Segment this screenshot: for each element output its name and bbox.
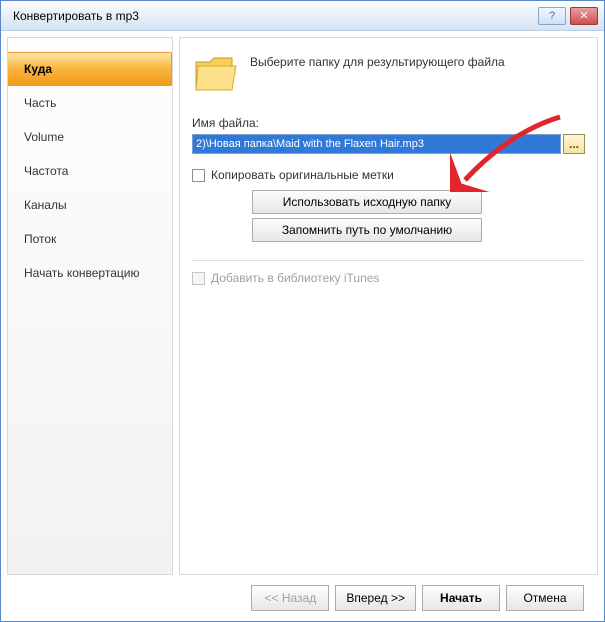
window-title: Конвертировать в mp3 bbox=[7, 9, 538, 23]
sidebar-item-label: Часть bbox=[24, 96, 56, 110]
help-button[interactable]: ? bbox=[538, 7, 566, 25]
sidebar: Куда Часть Volume Частота Каналы Поток Н… bbox=[7, 37, 173, 575]
sidebar-item-start-conversion[interactable]: Начать конвертацию bbox=[8, 256, 172, 290]
dialog-window: Конвертировать в mp3 ? ✕ Куда Часть Volu… bbox=[0, 0, 605, 622]
filename-label: Имя файла: bbox=[192, 116, 585, 130]
panel-header: Выберите папку для результирующего файла bbox=[192, 52, 585, 96]
sidebar-item-frequency[interactable]: Частота bbox=[8, 154, 172, 188]
sidebar-item-label: Частота bbox=[24, 164, 68, 178]
footer: << Назад Вперед >> Начать Отмена bbox=[1, 575, 604, 621]
sidebar-item-label: Поток bbox=[24, 232, 56, 246]
sidebar-item-channels[interactable]: Каналы bbox=[8, 188, 172, 222]
sidebar-item-volume[interactable]: Volume bbox=[8, 120, 172, 154]
sidebar-item-destination[interactable]: Куда bbox=[8, 52, 172, 86]
start-button[interactable]: Начать bbox=[422, 585, 500, 611]
sidebar-item-part[interactable]: Часть bbox=[8, 86, 172, 120]
sidebar-item-label: Начать конвертацию bbox=[24, 266, 139, 280]
close-icon: ✕ bbox=[579, 9, 588, 22]
copy-tags-checkbox[interactable] bbox=[192, 169, 205, 182]
add-itunes-row: Добавить в библиотеку iTunes bbox=[192, 271, 585, 285]
sidebar-item-label: Volume bbox=[24, 130, 64, 144]
cancel-button[interactable]: Отмена bbox=[506, 585, 584, 611]
sidebar-item-label: Каналы bbox=[24, 198, 67, 212]
help-icon: ? bbox=[549, 10, 555, 22]
folder-icon bbox=[192, 52, 240, 96]
panel-header-text: Выберите папку для результирующего файла bbox=[250, 52, 585, 71]
filename-row: ... bbox=[192, 134, 585, 154]
remember-path-button[interactable]: Запомнить путь по умолчанию bbox=[252, 218, 482, 242]
filename-input[interactable] bbox=[192, 134, 561, 154]
sidebar-item-stream[interactable]: Поток bbox=[8, 222, 172, 256]
titlebar: Конвертировать в mp3 ? ✕ bbox=[1, 1, 604, 31]
content-area: Куда Часть Volume Частота Каналы Поток Н… bbox=[1, 31, 604, 575]
browse-label: ... bbox=[569, 137, 579, 151]
add-itunes-label: Добавить в библиотеку iTunes bbox=[211, 271, 379, 285]
copy-tags-row[interactable]: Копировать оригинальные метки bbox=[192, 168, 585, 182]
titlebar-buttons: ? ✕ bbox=[538, 7, 598, 25]
browse-button[interactable]: ... bbox=[563, 134, 585, 154]
divider bbox=[192, 260, 585, 261]
next-button[interactable]: Вперед >> bbox=[335, 585, 416, 611]
sidebar-item-label: Куда bbox=[24, 62, 52, 76]
add-itunes-checkbox bbox=[192, 272, 205, 285]
main-panel: Выберите папку для результирующего файла… bbox=[179, 37, 598, 575]
back-button[interactable]: << Назад bbox=[251, 585, 329, 611]
use-source-folder-button[interactable]: Использовать исходную папку bbox=[252, 190, 482, 214]
folder-buttons: Использовать исходную папку Запомнить пу… bbox=[252, 190, 585, 242]
close-button[interactable]: ✕ bbox=[570, 7, 598, 25]
copy-tags-label: Копировать оригинальные метки bbox=[211, 168, 394, 182]
